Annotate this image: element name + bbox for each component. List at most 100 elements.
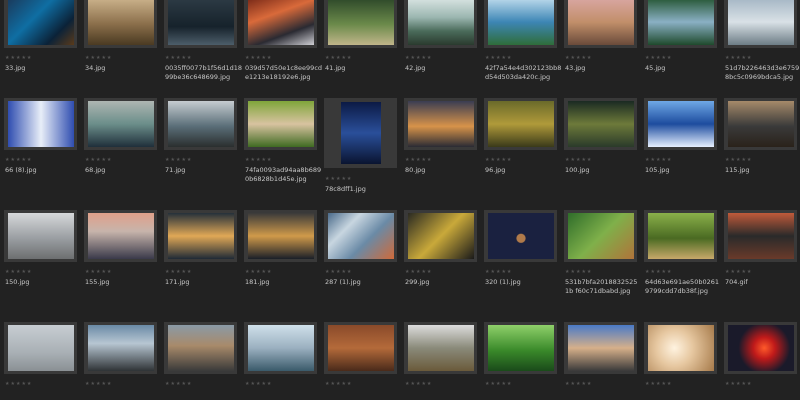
thumbnail-frame[interactable] bbox=[324, 210, 397, 262]
thumbnail-cell[interactable]: ★★★★★ 039d57d50e1c8ee99cde1213e18192e6.jp… bbox=[244, 0, 322, 92]
thumbnail-frame[interactable] bbox=[404, 322, 477, 374]
thumbnail-cell[interactable]: ★★★★★ bbox=[724, 322, 797, 400]
rating-stars[interactable]: ★★★★★ bbox=[645, 157, 672, 163]
rating-stars[interactable]: ★★★★★ bbox=[325, 176, 352, 182]
rating-stars[interactable]: ★★★★★ bbox=[645, 55, 672, 61]
thumbnail-image[interactable] bbox=[727, 0, 794, 45]
thumbnail-frame[interactable] bbox=[164, 98, 237, 150]
thumbnail-cell[interactable]: ★★★★★ 531b7bfa2018832525 1b f60c71dbabd.j… bbox=[564, 210, 637, 306]
thumbnail-cell[interactable]: ★★★★★ 42.jpg bbox=[404, 0, 477, 92]
rating-stars[interactable]: ★★★★★ bbox=[245, 269, 272, 275]
thumbnail-frame[interactable] bbox=[84, 0, 157, 48]
thumbnail-cell[interactable]: ★★★★★ bbox=[164, 322, 237, 400]
rating-stars[interactable]: ★★★★★ bbox=[725, 381, 752, 387]
thumbnail-image[interactable] bbox=[7, 325, 74, 371]
rating-stars[interactable]: ★★★★★ bbox=[85, 55, 112, 61]
thumbnail-frame[interactable] bbox=[324, 98, 397, 168]
thumbnail-image[interactable] bbox=[7, 0, 74, 45]
thumbnail-frame[interactable] bbox=[404, 0, 477, 48]
thumbnail-image[interactable] bbox=[487, 0, 554, 45]
thumbnail-cell[interactable]: ★★★★★ 171.jpg bbox=[164, 210, 237, 306]
thumbnail-frame[interactable] bbox=[484, 322, 557, 374]
thumbnail-frame[interactable] bbox=[564, 98, 637, 150]
thumbnail-frame[interactable] bbox=[404, 210, 477, 262]
thumbnail-frame[interactable] bbox=[324, 0, 397, 48]
rating-stars[interactable]: ★★★★★ bbox=[405, 55, 432, 61]
thumbnail-cell[interactable]: ★★★★★ bbox=[324, 322, 397, 400]
thumbnail-image[interactable] bbox=[407, 213, 474, 259]
thumbnail-frame[interactable] bbox=[164, 322, 237, 374]
rating-stars[interactable]: ★★★★★ bbox=[325, 269, 352, 275]
rating-stars[interactable]: ★★★★★ bbox=[325, 381, 352, 387]
thumbnail-cell[interactable]: ★★★★★ 320 (1).jpg bbox=[484, 210, 557, 306]
thumbnail-cell[interactable]: ★★★★★ 150.jpg bbox=[4, 210, 77, 306]
thumbnail-frame[interactable] bbox=[724, 210, 797, 262]
thumbnail-image[interactable] bbox=[487, 101, 554, 147]
thumbnail-image[interactable] bbox=[407, 0, 474, 45]
thumbnail-image[interactable] bbox=[647, 325, 714, 371]
thumbnail-frame[interactable] bbox=[324, 322, 397, 374]
thumbnail-frame[interactable] bbox=[4, 98, 77, 150]
thumbnail-cell[interactable]: ★★★★★ 43.jpg bbox=[564, 0, 637, 92]
thumbnail-cell[interactable]: ★★★★★ 45.jpg bbox=[644, 0, 717, 92]
thumbnail-frame[interactable] bbox=[484, 98, 557, 150]
thumbnail-image[interactable] bbox=[87, 0, 154, 45]
thumbnail-frame[interactable] bbox=[724, 0, 797, 48]
thumbnail-image[interactable] bbox=[87, 213, 154, 259]
rating-stars[interactable]: ★★★★★ bbox=[5, 55, 32, 61]
thumbnail-image[interactable] bbox=[567, 325, 634, 371]
rating-stars[interactable]: ★★★★★ bbox=[245, 55, 272, 61]
thumbnail-cell[interactable]: ★★★★★ 51d7b226463d3e67598bc5c0969bdca5.jp… bbox=[724, 0, 799, 92]
thumbnail-image[interactable] bbox=[647, 101, 714, 147]
thumbnail-image[interactable] bbox=[167, 213, 234, 259]
thumbnail-cell[interactable]: ★★★★★ bbox=[644, 322, 717, 400]
thumbnail-frame[interactable] bbox=[644, 98, 717, 150]
thumbnail-cell[interactable]: ★★★★★ bbox=[404, 322, 477, 400]
thumbnail-image[interactable] bbox=[167, 325, 234, 371]
thumbnail-cell[interactable]: ★★★★★ 704.gif bbox=[724, 210, 797, 306]
thumbnail-image[interactable] bbox=[247, 0, 314, 45]
thumbnail-cell[interactable]: ★★★★★ 66 (8).jpg bbox=[4, 98, 77, 194]
thumbnail-cell[interactable]: ★★★★★ 33.jpg bbox=[4, 0, 77, 92]
thumbnail-frame[interactable] bbox=[564, 322, 637, 374]
thumbnail-cell[interactable]: ★★★★★ 287 (1).jpg bbox=[324, 210, 397, 306]
thumbnail-frame[interactable] bbox=[564, 210, 637, 262]
rating-stars[interactable]: ★★★★★ bbox=[565, 269, 592, 275]
thumbnail-image[interactable] bbox=[727, 101, 794, 147]
rating-stars[interactable]: ★★★★★ bbox=[725, 269, 752, 275]
thumbnail-image[interactable] bbox=[727, 325, 794, 371]
rating-stars[interactable]: ★★★★★ bbox=[165, 269, 192, 275]
thumbnail-image[interactable] bbox=[647, 213, 714, 259]
thumbnail-cell[interactable]: ★★★★★ 96.jpg bbox=[484, 98, 557, 194]
thumbnail-frame[interactable] bbox=[164, 210, 237, 262]
rating-stars[interactable]: ★★★★★ bbox=[565, 381, 592, 387]
thumbnail-frame[interactable] bbox=[244, 210, 317, 262]
thumbnail-cell[interactable]: ★★★★★ bbox=[4, 322, 77, 400]
thumbnail-cell[interactable]: ★★★★★ 78c8dff1.jpg bbox=[324, 98, 397, 194]
thumbnail-image[interactable] bbox=[487, 213, 554, 259]
rating-stars[interactable]: ★★★★★ bbox=[165, 157, 192, 163]
thumbnail-cell[interactable]: ★★★★★ 299.jpg bbox=[404, 210, 477, 306]
thumbnail-image[interactable] bbox=[647, 0, 714, 45]
rating-stars[interactable]: ★★★★★ bbox=[485, 157, 512, 163]
rating-stars[interactable]: ★★★★★ bbox=[165, 381, 192, 387]
rating-stars[interactable]: ★★★★★ bbox=[565, 55, 592, 61]
thumbnail-frame[interactable] bbox=[644, 210, 717, 262]
thumbnail-cell[interactable]: ★★★★★ 42f7a54e4d302123bb8d54d503da420c.jp… bbox=[484, 0, 561, 92]
rating-stars[interactable]: ★★★★★ bbox=[85, 381, 112, 387]
thumbnail-cell[interactable]: ★★★★★ bbox=[244, 322, 317, 400]
rating-stars[interactable]: ★★★★★ bbox=[405, 381, 432, 387]
rating-stars[interactable]: ★★★★★ bbox=[645, 269, 672, 275]
thumbnail-cell[interactable]: ★★★★★ 181.jpg bbox=[244, 210, 317, 306]
thumbnail-frame[interactable] bbox=[244, 98, 317, 150]
rating-stars[interactable]: ★★★★★ bbox=[165, 55, 192, 61]
rating-stars[interactable]: ★★★★★ bbox=[405, 157, 432, 163]
thumbnail-frame[interactable] bbox=[404, 98, 477, 150]
rating-stars[interactable]: ★★★★★ bbox=[725, 55, 752, 61]
thumbnail-frame[interactable] bbox=[644, 0, 717, 48]
thumbnail-cell[interactable]: ★★★★★ 34.jpg bbox=[84, 0, 157, 92]
thumbnail-frame[interactable] bbox=[84, 210, 157, 262]
rating-stars[interactable]: ★★★★★ bbox=[725, 157, 752, 163]
thumbnail-frame[interactable] bbox=[4, 322, 77, 374]
thumbnail-frame[interactable] bbox=[564, 0, 637, 48]
